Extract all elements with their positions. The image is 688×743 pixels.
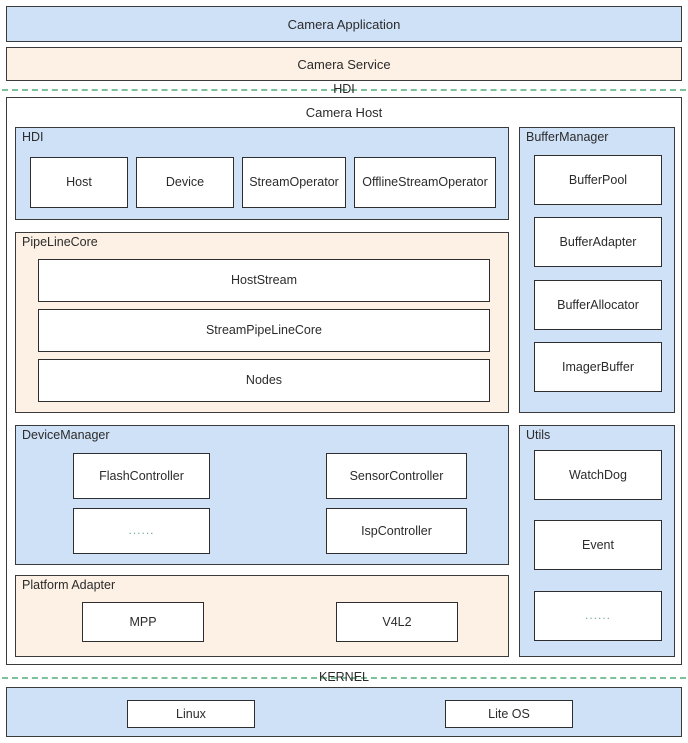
node-linux-label: Linux: [176, 706, 206, 721]
node-buffer-pool-label: BufferPool: [568, 172, 628, 187]
group-platform-adapter: Platform Adapter MPP V4L2: [15, 575, 509, 657]
node-lite-os-label: Lite OS: [488, 706, 530, 721]
separator-kernel: KERNEL: [0, 668, 688, 686]
node-host-label: Host: [66, 175, 92, 190]
layer-camera-service-label: Camera Service: [297, 56, 391, 72]
node-host-stream[interactable]: HostStream: [38, 259, 490, 302]
layer-camera-service: Camera Service: [6, 47, 682, 81]
layer-kernel: Linux Lite OS: [6, 687, 682, 737]
node-buffer-adapter[interactable]: BufferAdapter: [534, 217, 662, 267]
node-lite-os[interactable]: Lite OS: [445, 700, 573, 728]
node-offline-stream-operator-label: OfflineStreamOperator: [362, 175, 488, 190]
group-buffer-manager-title: BufferManager: [526, 130, 609, 144]
group-platform-adapter-title: Platform Adapter: [22, 578, 116, 592]
node-nodes-label: Nodes: [245, 373, 283, 388]
node-flash-controller[interactable]: FlashController: [73, 453, 210, 499]
group-hdi: HDI Host Device StreamOperator OfflineSt…: [15, 127, 509, 220]
node-sensor-controller-label: SensorController: [349, 468, 444, 483]
node-sensor-controller[interactable]: SensorController: [326, 453, 467, 499]
node-watchdog-label: WatchDog: [569, 467, 627, 482]
node-imager-buffer[interactable]: ImagerBuffer: [534, 342, 662, 392]
camera-host-frame: Camera Host HDI Host Device StreamOperat…: [6, 97, 682, 665]
camera-host-title: Camera Host: [305, 105, 383, 120]
node-nodes[interactable]: Nodes: [38, 359, 490, 402]
node-flash-controller-label: FlashController: [99, 468, 184, 483]
node-mpp[interactable]: MPP: [82, 602, 204, 642]
node-v4l2[interactable]: V4L2: [336, 602, 458, 642]
node-device-manager-more[interactable]: ......: [73, 508, 210, 554]
node-host-stream-label: HostStream: [231, 273, 297, 288]
node-event-label: Event: [582, 537, 614, 552]
node-event[interactable]: Event: [534, 520, 662, 570]
group-utils-title: Utils: [526, 428, 551, 442]
layer-camera-application: Camera Application: [6, 6, 682, 42]
node-mpp-label: MPP: [129, 614, 157, 629]
group-hdi-title: HDI: [22, 130, 44, 144]
node-device-manager-more-label: ......: [128, 523, 155, 538]
node-buffer-allocator[interactable]: BufferAllocator: [534, 280, 662, 330]
group-device-manager-title: DeviceManager: [22, 428, 110, 442]
group-buffer-manager: BufferManager BufferPool BufferAdapter B…: [519, 127, 675, 413]
separator-hdi-label: HDI: [333, 82, 355, 96]
node-stream-pipeline-core-label: StreamPipeLineCore: [205, 323, 323, 338]
node-buffer-allocator-label: BufferAllocator: [557, 297, 639, 312]
node-offline-stream-operator[interactable]: OfflineStreamOperator: [354, 157, 496, 208]
group-pipeline-core-title: PipeLineCore: [22, 235, 98, 249]
group-utils: Utils WatchDog Event ......: [519, 425, 675, 657]
node-isp-controller-label: IspController: [361, 523, 432, 538]
node-buffer-adapter-label: BufferAdapter: [559, 234, 637, 249]
architecture-diagram: Camera Application Camera Service HDI Ca…: [0, 0, 688, 743]
node-v4l2-label: V4L2: [382, 614, 412, 629]
layer-camera-application-label: Camera Application: [287, 16, 401, 32]
node-stream-operator-label: StreamOperator: [249, 175, 339, 190]
separator-hdi: HDI: [0, 80, 688, 98]
node-stream-pipeline-core[interactable]: StreamPipeLineCore: [38, 309, 490, 352]
node-device-label: Device: [165, 175, 205, 190]
node-imager-buffer-label: ImagerBuffer: [561, 359, 635, 374]
separator-kernel-label: KERNEL: [318, 670, 370, 684]
node-device[interactable]: Device: [136, 157, 234, 208]
group-device-manager: DeviceManager FlashController SensorCont…: [15, 425, 509, 565]
node-watchdog[interactable]: WatchDog: [534, 450, 662, 500]
node-buffer-pool[interactable]: BufferPool: [534, 155, 662, 205]
node-isp-controller[interactable]: IspController: [326, 508, 467, 554]
node-stream-operator[interactable]: StreamOperator: [242, 157, 346, 208]
node-utils-more[interactable]: ......: [534, 591, 662, 641]
node-utils-more-label: ......: [584, 608, 611, 623]
node-linux[interactable]: Linux: [127, 700, 255, 728]
node-host[interactable]: Host: [30, 157, 128, 208]
group-pipeline-core: PipeLineCore HostStream StreamPipeLineCo…: [15, 232, 509, 413]
